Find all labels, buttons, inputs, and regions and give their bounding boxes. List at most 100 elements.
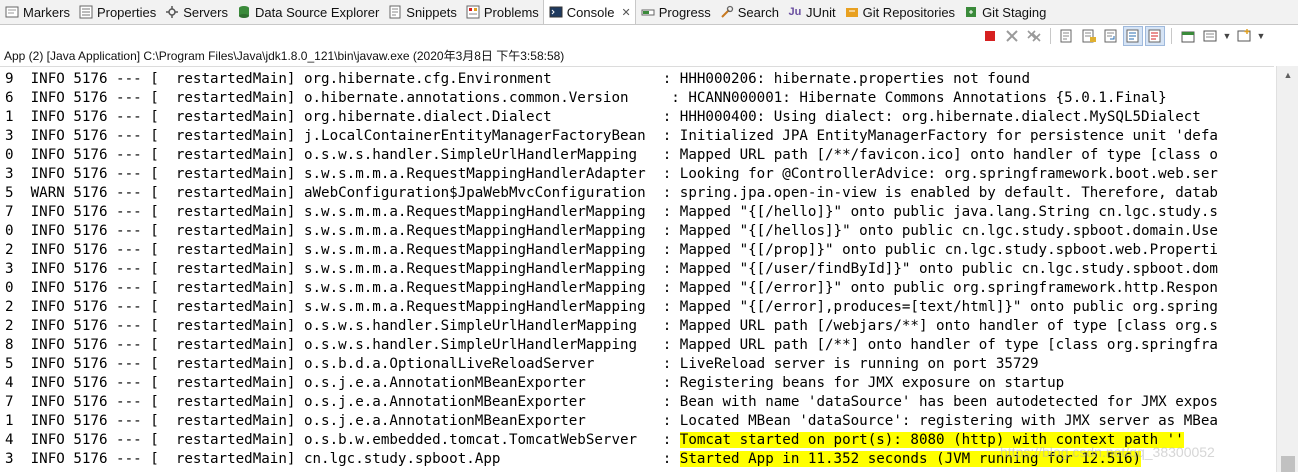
console-line-prefix: 0 INFO 5176 --- [ restartedMain] s.w.s.m…: [5, 223, 680, 239]
remove-all-terminated-button[interactable]: [1024, 26, 1044, 46]
console-line-prefix: 2 INFO 5176 --- [ restartedMain] s.w.s.m…: [5, 242, 680, 258]
word-wrap-icon: [1104, 29, 1117, 43]
pin-console-button[interactable]: [1178, 26, 1198, 46]
scroll-up-icon[interactable]: ▲: [1277, 66, 1298, 83]
console-line: 4 INFO 5176 --- [ restartedMain] o.s.b.w…: [5, 431, 1184, 450]
console-line-prefix: 7 INFO 5176 --- [ restartedMain] o.s.j.e…: [5, 394, 680, 410]
console-line-message: spring.jpa.open-in-view is enabled by de…: [679, 185, 1218, 201]
tab-data-source-explorer[interactable]: Data Source Explorer: [232, 0, 383, 24]
console-line-message: Mapped "{[/prop]}" onto public cn.lgc.st…: [679, 242, 1218, 258]
problems-icon: [465, 4, 481, 20]
console-line: 3 INFO 5176 --- [ restartedMain] cn.lgc.…: [5, 450, 1142, 469]
console-line-message: HHH000206: hibernate.properties not foun…: [679, 71, 1031, 87]
console-line: 0 INFO 5176 --- [ restartedMain] s.w.s.m…: [5, 222, 1218, 241]
show-stdout-icon: [1126, 29, 1139, 43]
tab-servers[interactable]: Servers: [160, 0, 232, 24]
show-console-on-stdout-button[interactable]: [1123, 26, 1143, 46]
scroll-lock-button[interactable]: [1079, 26, 1099, 46]
git-repositories-icon: [844, 4, 860, 20]
console-line-message: Mapped URL path [/**] onto handler of ty…: [679, 337, 1218, 353]
console-line-message: Mapped "{[/error]}" onto public org.spri…: [679, 280, 1218, 296]
tab-junit[interactable]: Ju JUnit: [783, 0, 840, 24]
tab-label: JUnit: [805, 4, 836, 20]
search-icon: [719, 4, 735, 20]
clear-console-button[interactable]: [1057, 26, 1077, 46]
show-console-on-stderr-button[interactable]: [1145, 26, 1165, 46]
tab-git-repositories[interactable]: Git Repositories: [840, 0, 959, 24]
remove-launch-button[interactable]: [1002, 26, 1022, 46]
console-line-prefix: 5 WARN 5176 --- [ restartedMain] aWebCon…: [5, 185, 680, 201]
console-line: 2 INFO 5176 --- [ restartedMain] o.s.w.s…: [5, 317, 1218, 336]
console-toolbar: ▼ ▼: [980, 25, 1266, 47]
console-line-message: HCANN000001: Hibernate Commons Annotatio…: [688, 90, 1167, 106]
tab-label: Console: [566, 4, 615, 20]
markers-icon: [4, 4, 20, 20]
display-selected-console-button[interactable]: [1200, 26, 1220, 46]
console-output[interactable]: 9 INFO 5176 --- [ restartedMain] org.hib…: [0, 66, 1274, 473]
tab-git-staging[interactable]: Git Staging: [959, 0, 1050, 24]
console-line-message: Located MBean 'dataSource': registering …: [679, 413, 1218, 429]
tab-snippets[interactable]: Snippets: [383, 0, 461, 24]
terminate-button[interactable]: [980, 26, 1000, 46]
display-console-dropdown[interactable]: ▼: [1222, 31, 1232, 41]
tab-label: Progress: [658, 4, 711, 20]
console-line: 3 INFO 5176 --- [ restartedMain] s.w.s.m…: [5, 260, 1218, 279]
close-icon[interactable]: ✕: [622, 6, 631, 19]
tab-progress[interactable]: Progress: [636, 0, 715, 24]
console-line-message: Registering beans for JMX exposure on st…: [679, 375, 1065, 391]
snippets-icon: [387, 4, 403, 20]
view-tab-bar: Markers Properties Servers Data Source Expl…: [0, 0, 1298, 25]
tab-label: Snippets: [406, 4, 457, 20]
tab-search[interactable]: Search: [715, 0, 783, 24]
console-line-message: LiveReload server is running on port 357…: [679, 356, 1039, 372]
chevron-down-icon: ▼: [1222, 31, 1232, 41]
tab-label: Servers: [183, 4, 228, 20]
tab-markers[interactable]: Markers: [0, 0, 74, 24]
remove-all-terminated-icon: [1027, 30, 1041, 42]
scrollbar-thumb[interactable]: [1281, 456, 1295, 472]
tab-properties[interactable]: Properties: [74, 0, 160, 24]
console-line-message: Mapped URL path [/**/favicon.ico] onto h…: [679, 147, 1218, 163]
console-icon: [548, 4, 564, 20]
open-console-icon: [1237, 29, 1251, 42]
word-wrap-button[interactable]: [1101, 26, 1121, 46]
console-line-prefix: 9 INFO 5176 --- [ restartedMain] org.hib…: [5, 71, 680, 87]
display-console-icon: [1203, 30, 1217, 42]
tab-problems[interactable]: Problems: [461, 0, 543, 24]
open-console-button[interactable]: [1234, 26, 1254, 46]
tab-label: Markers: [23, 4, 70, 20]
console-line: 5 WARN 5176 --- [ restartedMain] aWebCon…: [5, 184, 1218, 203]
tab-console[interactable]: Console ✕: [542, 0, 636, 24]
console-line: 6 INFO 5176 --- [ restartedMain] o.hiber…: [5, 89, 1167, 108]
console-line-message: Mapped "{[/error],produces=[text/html]}"…: [679, 299, 1218, 315]
console-line: 1 INFO 5176 --- [ restartedMain] o.s.j.e…: [5, 412, 1218, 431]
open-console-dropdown[interactable]: ▼: [1256, 31, 1266, 41]
console-line-prefix: 2 INFO 5176 --- [ restartedMain] o.s.w.s…: [5, 318, 680, 334]
tab-label: Search: [737, 4, 779, 20]
clear-console-icon: [1060, 29, 1072, 43]
console-line-prefix: 0 INFO 5176 --- [ restartedMain] s.w.s.m…: [5, 280, 680, 296]
servers-icon: [164, 4, 180, 20]
tab-label: Git Staging: [982, 4, 1047, 20]
console-line-prefix: 4 INFO 5176 --- [ restartedMain] o.s.j.e…: [5, 375, 680, 391]
scroll-lock-icon: [1082, 29, 1096, 43]
console-line-message: Started App in 11.352 seconds (JVM runni…: [679, 451, 1142, 467]
console-line: 4 INFO 5176 --- [ restartedMain] o.s.j.e…: [5, 374, 1064, 393]
console-line: 0 INFO 5176 --- [ restartedMain] s.w.s.m…: [5, 279, 1218, 298]
console-line-prefix: 6 INFO 5176 --- [ restartedMain] o.hiber…: [5, 90, 689, 106]
vertical-scrollbar[interactable]: ▲: [1276, 66, 1298, 472]
console-line-message: Mapped "{[/hellos]}" onto public cn.lgc.…: [679, 223, 1218, 239]
console-line-message: Tomcat started on port(s): 8080 (http) w…: [679, 432, 1184, 448]
console-line-message: Mapped "{[/user/findById]}" onto public …: [679, 261, 1218, 277]
console-line-message: Mapped URL path [/webjars/**] onto handl…: [679, 318, 1218, 334]
console-line-prefix: 5 INFO 5176 --- [ restartedMain] o.s.b.d…: [5, 356, 680, 372]
console-line-prefix: 0 INFO 5176 --- [ restartedMain] o.s.w.s…: [5, 147, 680, 163]
data-source-explorer-icon: [236, 4, 252, 20]
console-line-message: Bean with name 'dataSource' has been aut…: [679, 394, 1218, 410]
console-line-message: Mapped "{[/hello]}" onto public java.lan…: [679, 204, 1218, 220]
console-line: 9 INFO 5176 --- [ restartedMain] org.hib…: [5, 70, 1030, 89]
console-line: 7 INFO 5176 --- [ restartedMain] o.s.j.e…: [5, 393, 1218, 412]
console-line: 1 INFO 5176 --- [ restartedMain] org.hib…: [5, 108, 1201, 127]
console-line-prefix: 1 INFO 5176 --- [ restartedMain] o.s.j.e…: [5, 413, 680, 429]
console-line-prefix: 3 INFO 5176 --- [ restartedMain] j.Local…: [5, 128, 680, 144]
